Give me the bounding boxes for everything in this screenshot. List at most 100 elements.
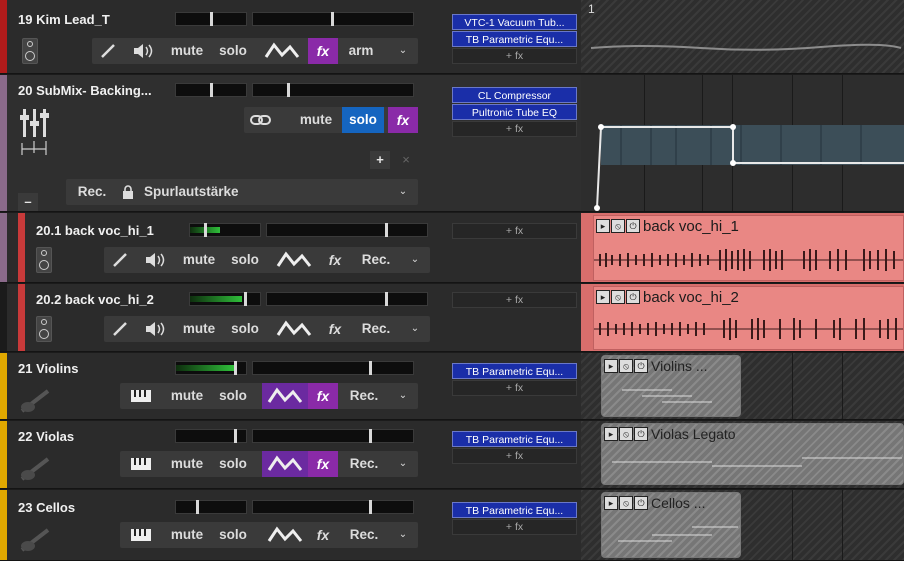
pan-meter[interactable]	[252, 83, 414, 97]
arm-button[interactable]: arm	[344, 38, 378, 64]
media-item[interactable]: ▸ ⦸ ⏻ back voc_hi_1	[593, 215, 904, 281]
mute-button[interactable]: mute	[168, 38, 206, 64]
pan-meter[interactable]	[266, 292, 428, 306]
phase-invert-icon[interactable]	[100, 43, 116, 59]
link-icon[interactable]	[250, 113, 280, 127]
track-20-submix[interactable]: 20 SubMix- Backing... mute solo fx + × –…	[0, 75, 904, 212]
track-lane[interactable]: ▸ ⦸ ⏻ back voc_hi_2	[581, 284, 904, 351]
track-lane[interactable]	[581, 0, 904, 73]
track-22[interactable]: 22 Violas mute solo fx Rec. ⌄ TB Paramet…	[0, 421, 904, 489]
fx-button[interactable]: fx	[308, 38, 338, 64]
io-routing-icon[interactable]	[36, 316, 52, 342]
volume-meter[interactable]	[175, 361, 247, 375]
faders-icon[interactable]	[20, 105, 50, 157]
mute-button[interactable]: mute	[168, 451, 206, 477]
chevron-down-icon[interactable]: ⌄	[406, 247, 424, 273]
chevron-down-icon[interactable]: ⌄	[406, 316, 424, 342]
rec-button[interactable]: Rec.	[356, 316, 396, 342]
piano-icon[interactable]	[130, 457, 152, 471]
media-item[interactable]: ▸ ⦸ ⏻ Violins ...	[601, 355, 741, 417]
lock-icon[interactable]	[122, 185, 134, 199]
pan-meter[interactable]	[252, 500, 414, 514]
add-fx-button[interactable]: + fx	[452, 519, 577, 535]
phase-invert-icon[interactable]	[112, 321, 128, 337]
play-icon[interactable]: ▸	[604, 496, 618, 510]
track-name[interactable]: 21 Violins	[18, 361, 78, 376]
fx-icon[interactable]: ⏻	[626, 219, 640, 233]
mute-icon[interactable]: ⦸	[619, 359, 633, 373]
piano-icon[interactable]	[130, 389, 152, 403]
pan-meter[interactable]	[252, 361, 414, 375]
track-name[interactable]: 22 Violas	[18, 429, 74, 444]
pan-meter[interactable]	[252, 12, 414, 26]
mute-icon[interactable]: ⦸	[619, 496, 633, 510]
volume-meter[interactable]	[189, 223, 261, 237]
mute-button[interactable]: mute	[180, 316, 218, 342]
play-icon[interactable]: ▸	[596, 219, 610, 233]
play-icon[interactable]: ▸	[596, 290, 610, 304]
speaker-icon[interactable]	[144, 252, 166, 268]
track-name[interactable]: 20.2 back voc_hi_2	[36, 292, 154, 307]
piano-icon[interactable]	[130, 528, 152, 542]
media-item[interactable]: ▸ ⦸ ⏻ back voc_hi_2	[593, 286, 904, 350]
rec-button[interactable]: Rec.	[74, 179, 110, 205]
fx-slot[interactable]: TB Parametric Equ...	[452, 31, 577, 47]
phase-invert-icon[interactable]	[112, 252, 128, 268]
envelope-button[interactable]	[262, 522, 308, 548]
fx-button[interactable]: fx	[388, 107, 418, 133]
fx-slot[interactable]: TB Parametric Equ...	[452, 363, 577, 379]
mute-button[interactable]: mute	[296, 107, 336, 133]
solo-button[interactable]: solo	[216, 38, 250, 64]
track-name[interactable]: 20.1 back voc_hi_1	[36, 223, 154, 238]
envelope-icon[interactable]	[276, 250, 312, 270]
add-button[interactable]: +	[370, 151, 390, 169]
volume-meter[interactable]	[175, 429, 247, 443]
track-lane[interactable]: ▸ ⦸ ⏻ back voc_hi_1	[581, 213, 904, 282]
rec-button[interactable]: Rec.	[344, 383, 384, 409]
add-fx-button[interactable]: + fx	[452, 48, 577, 64]
volume-meter[interactable]	[175, 12, 247, 26]
chevron-down-icon[interactable]: ⌄	[394, 522, 412, 548]
mute-button[interactable]: mute	[168, 383, 206, 409]
track-name[interactable]: 19 Kim Lead_T	[18, 12, 110, 27]
io-routing-icon[interactable]	[36, 247, 52, 273]
track-23[interactable]: 23 Cellos mute solo fx Rec. ⌄ TB Paramet…	[0, 490, 904, 561]
media-item[interactable]: ▸ ⦸ ⏻ Cellos ...	[601, 492, 741, 558]
rec-button[interactable]: Rec.	[344, 522, 384, 548]
rec-button[interactable]: Rec.	[344, 451, 384, 477]
envelope-button[interactable]	[262, 383, 308, 409]
fx-button[interactable]: fx	[308, 522, 338, 548]
track-lane[interactable]	[581, 75, 904, 211]
solo-button[interactable]: solo	[216, 451, 250, 477]
fx-slot[interactable]: VTC-1 Vacuum Tub...	[452, 14, 577, 30]
fx-icon[interactable]: ⏻	[626, 290, 640, 304]
envelope-name[interactable]: Spurlautstärke	[144, 179, 254, 205]
mute-icon[interactable]: ⦸	[611, 290, 625, 304]
io-routing-icon[interactable]	[22, 38, 38, 64]
close-button[interactable]: ×	[396, 151, 416, 169]
envelope-button[interactable]	[262, 451, 308, 477]
add-fx-button[interactable]: + fx	[452, 121, 577, 137]
add-fx-button[interactable]: + fx	[452, 448, 577, 464]
mute-icon[interactable]: ⦸	[611, 219, 625, 233]
track-name[interactable]: 20 SubMix- Backing...	[18, 83, 152, 98]
volume-meter[interactable]	[175, 83, 247, 97]
solo-button[interactable]: solo	[216, 522, 250, 548]
fx-slot[interactable]: TB Parametric Equ...	[452, 502, 577, 518]
track-19[interactable]: 19 Kim Lead_T mute solo fx arm ⌄ VTC-1 V…	[0, 0, 904, 74]
fx-button[interactable]: fx	[308, 383, 338, 409]
track-20-1[interactable]: 20.1 back voc_hi_1 mute solo fx Rec. ⌄ +…	[0, 213, 904, 283]
fx-icon[interactable]: ⏻	[634, 496, 648, 510]
envelope-icon[interactable]	[276, 319, 312, 339]
chevron-down-icon[interactable]: ⌄	[394, 38, 412, 64]
fx-icon[interactable]: ⏻	[634, 359, 648, 373]
solo-button[interactable]: solo	[342, 107, 384, 133]
track-lane[interactable]: ▸ ⦸ ⏻ Cellos ...	[581, 490, 904, 560]
track-21[interactable]: 21 Violins mute solo fx Rec. ⌄ TB Parame…	[0, 353, 904, 420]
mute-icon[interactable]: ⦸	[619, 427, 633, 441]
chevron-down-icon[interactable]: ⌄	[394, 383, 412, 409]
media-item[interactable]: ▸ ⦸ ⏻ Violas Legato	[601, 423, 904, 485]
track-lane[interactable]: ▸ ⦸ ⏻ Violins ...	[581, 353, 904, 419]
add-fx-button[interactable]: + fx	[452, 292, 577, 308]
collapse-button[interactable]: –	[18, 193, 38, 211]
